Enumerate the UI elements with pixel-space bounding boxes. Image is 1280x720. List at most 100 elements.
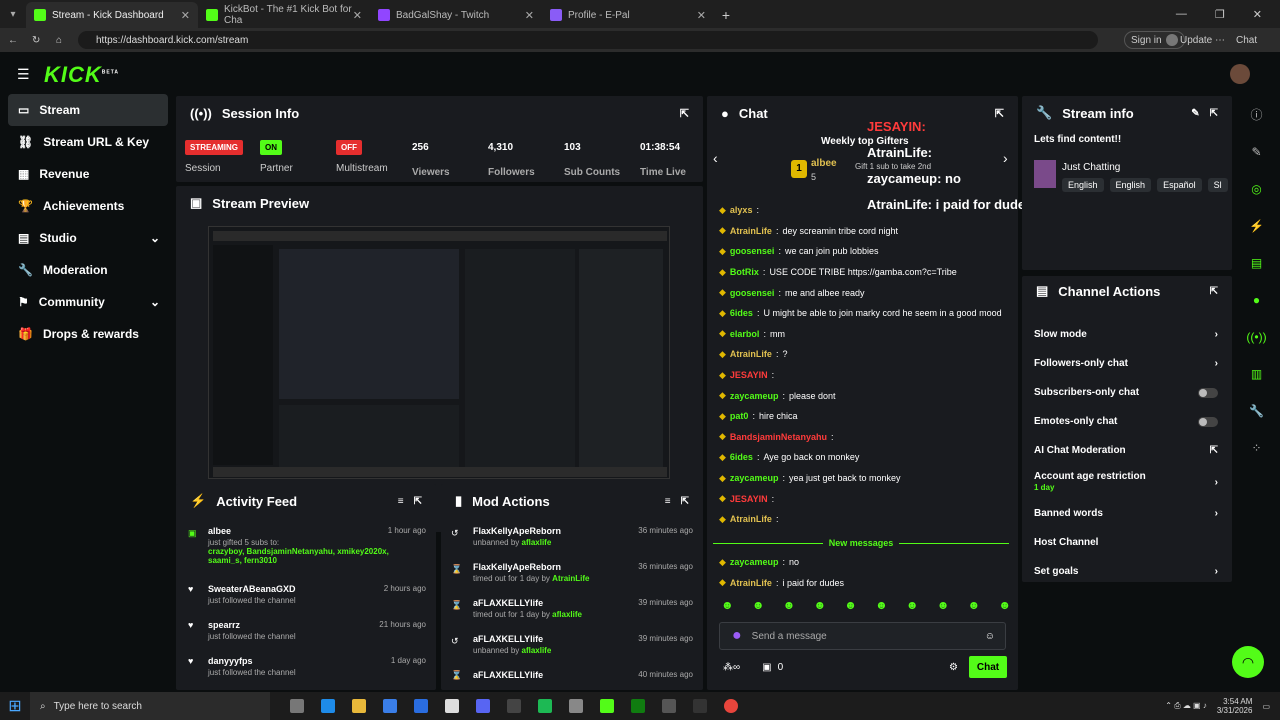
chrome-icon[interactable] [724, 699, 738, 713]
chat-username[interactable]: zaycameup [730, 557, 779, 567]
mod-target[interactable]: aFLAXKELLYlife [473, 634, 543, 644]
settings-gear-icon[interactable]: ⚙ [949, 662, 958, 673]
feed-user[interactable]: albee [208, 526, 231, 536]
category-thumbnail[interactable] [1034, 160, 1056, 188]
windows-start-icon[interactable]: ⊞ [0, 696, 30, 716]
sidebar-item-moderation[interactable]: 🔧 Moderation [8, 254, 168, 286]
chevron-left-icon[interactable]: ‹ [713, 150, 718, 166]
emote-icon[interactable]: ☻ [906, 598, 919, 612]
xbox-icon[interactable] [631, 699, 645, 713]
mod-by[interactable]: AtrainLife [552, 574, 589, 583]
chat-username[interactable]: AtrainLife [730, 514, 772, 524]
emote-icon[interactable]: ☻ [813, 598, 826, 612]
chat-username[interactable]: zaycameup [730, 473, 779, 483]
url-field[interactable]: https://dashboard.kick.com/stream [78, 31, 1098, 49]
mod-target[interactable]: aFLAXKELLYlife [473, 670, 543, 680]
chat-message[interactable]: ◆ zaycameup: yea just get back to monkey [719, 468, 1011, 489]
chat-username[interactable]: BotRix [730, 267, 759, 277]
sidebar-item-stream[interactable]: ▭ Stream [8, 94, 168, 126]
app-icon[interactable] [569, 699, 583, 713]
chat-message[interactable]: ◆ AtrainLife: dey screamin tribe cord nigh… [719, 221, 1011, 242]
minimize-icon[interactable]: — [1176, 8, 1187, 20]
store-icon[interactable] [383, 699, 397, 713]
tag[interactable]: Español [1157, 178, 1202, 192]
browser-tab-4[interactable]: Profile - E-Pal ✕ [542, 2, 714, 28]
emote-icon[interactable]: ☻ [998, 598, 1011, 612]
emote-icon[interactable]: ☻ [875, 598, 888, 612]
filter-icon[interactable]: ≡ [665, 496, 671, 507]
popout-icon[interactable]: ⇱ [680, 107, 689, 120]
feed-user[interactable]: SweaterABeanaGXD [208, 584, 296, 594]
chat-message[interactable]: ◆ goosensei: we can join pub lobbies [719, 241, 1011, 262]
chat-message[interactable]: ◆ 6ides: U might be able to join marky cor… [719, 303, 1011, 324]
emote-icon[interactable]: ☻ [937, 598, 950, 612]
apps-icon[interactable]: ⁘ [1241, 429, 1272, 466]
chat-message[interactable]: ◆ goosensei: me and albee ready [719, 282, 1011, 303]
sidebar-item-studio[interactable]: ▤ Studio ⌄ [8, 222, 168, 254]
browser-tab-2[interactable]: KickBot - The #1 Kick Bot for Cha ✕ [198, 2, 370, 28]
chat-username[interactable]: goosensei [730, 288, 775, 298]
kick-logo[interactable]: KICKBETA [44, 62, 119, 88]
chat-username[interactable]: 6ides [730, 452, 753, 462]
close-tab-icon[interactable]: ✕ [525, 9, 534, 22]
browser-tab-3[interactable]: BadGalShay - Twitch ✕ [370, 2, 542, 28]
mod-by[interactable]: aflaxlife [522, 646, 552, 655]
gifter-name[interactable]: albee [811, 158, 837, 169]
sidebar-item-stream-url[interactable]: ⛓ Stream URL & Key [8, 126, 168, 158]
category-name[interactable]: Just Chatting [1062, 162, 1120, 173]
chat-message[interactable]: ◆ BandsjaminNetanyahu: [719, 427, 1011, 448]
chat-message[interactable]: ◆ pat0: hire chica [719, 406, 1011, 427]
chat-username[interactable]: 6ides [730, 308, 753, 318]
edge-icon[interactable] [321, 699, 335, 713]
taskbar-search[interactable]: ⌕ Type here to search [30, 692, 270, 720]
chat-username[interactable]: elarbol [730, 329, 760, 339]
notification-icon[interactable]: ▭ [1262, 702, 1270, 711]
task-view-icon[interactable] [290, 699, 304, 713]
feed-user[interactable]: danyyyfps [208, 656, 253, 666]
tag[interactable]: Sl [1207, 178, 1228, 192]
sidebar-item-community[interactable]: ⚑ Community ⌄ [8, 286, 168, 318]
chat-message[interactable]: ◆ BotRix: USE CODE TRIBE https://gamba.com… [719, 262, 1011, 283]
action-host-channel[interactable]: Host Channel [1034, 528, 1232, 557]
support-headset-button[interactable]: ◠ [1232, 646, 1264, 678]
emote-icon[interactable]: ☻ [968, 598, 981, 612]
emote-icon[interactable]: ☻ [752, 598, 765, 612]
send-chat-button[interactable]: Chat [969, 656, 1007, 678]
chat-message[interactable]: ◆ AtrainLife: [719, 509, 1011, 530]
mail-icon[interactable] [414, 699, 428, 713]
chat-message[interactable]: ◆ zaycameup: no [719, 552, 1011, 573]
chat-message[interactable]: ◆ JESAYIN: [719, 488, 1011, 509]
stream-preview-video[interactable] [208, 226, 670, 479]
filter-icon[interactable]: ≡ [398, 496, 404, 507]
feed-user[interactable]: spearrz [208, 620, 240, 630]
signin-button[interactable]: Sign in [1124, 31, 1185, 49]
close-tab-icon[interactable]: ✕ [353, 9, 362, 22]
chat-username[interactable]: JESAYIN [730, 370, 768, 380]
app-icon[interactable] [507, 699, 521, 713]
tag[interactable]: English [1062, 178, 1104, 192]
kick-app-icon[interactable] [600, 699, 614, 713]
tag[interactable]: English [1109, 178, 1152, 192]
spotify-icon[interactable] [538, 699, 552, 713]
chat-message[interactable]: ◆ elarbol: mm [719, 324, 1011, 345]
app-icon[interactable] [662, 699, 676, 713]
chat-username[interactable]: JESAYIN [730, 494, 768, 504]
browser-tab-1[interactable]: Stream - Kick Dashboard ✕ [26, 2, 198, 28]
popout-icon[interactable]: ⇱ [1210, 286, 1218, 297]
emote-icon[interactable]: ☻ [783, 598, 796, 612]
mod-target[interactable]: FlaxKellyApeReborn [473, 526, 561, 536]
chat-message[interactable]: ◆ JESAYIN: [719, 365, 1011, 386]
sidebar-item-drops[interactable]: 🎁 Drops & rewards [8, 318, 168, 350]
copilot-button[interactable]: Chat [1236, 35, 1257, 46]
user-avatar[interactable] [1230, 64, 1250, 84]
discord-icon[interactable] [476, 699, 490, 713]
maximize-icon[interactable]: ❐ [1215, 8, 1225, 21]
update-button[interactable]: Update ⋯ [1180, 35, 1225, 46]
emoji-icon[interactable]: ☺ [985, 631, 995, 642]
mod-by[interactable]: aflaxlife [522, 538, 552, 547]
target-icon[interactable]: ◎ [1241, 170, 1272, 207]
emote-icon[interactable]: ☻ [721, 598, 734, 612]
chat-username[interactable]: zaycameup [730, 391, 779, 401]
mod-by[interactable]: aflaxlife [552, 610, 582, 619]
chat-message[interactable]: ◆ alyxs: [719, 200, 1011, 221]
